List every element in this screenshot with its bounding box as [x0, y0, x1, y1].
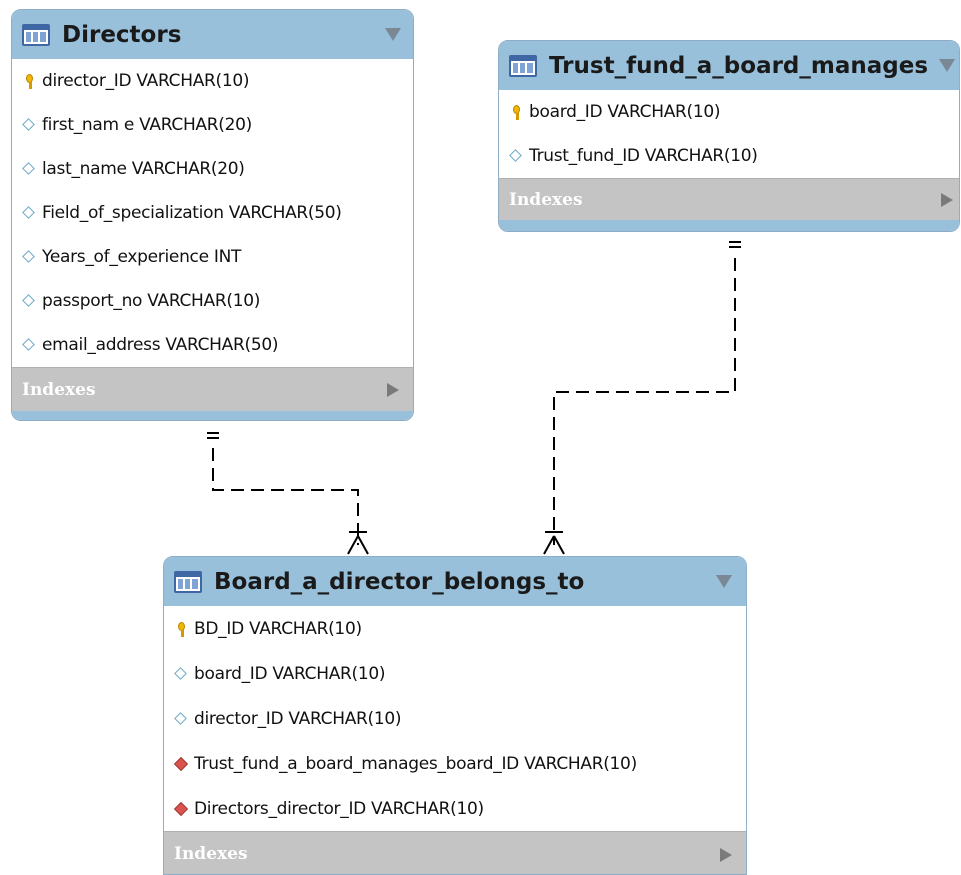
column-label: passport_no VARCHAR(10) — [42, 291, 261, 311]
table-header[interactable]: Board_a_director_belongs_to — [164, 557, 746, 606]
table-icon — [22, 23, 50, 46]
table-directors[interactable]: Directors director_ID VARCHAR(10) first_… — [11, 9, 414, 421]
primary-key-icon — [22, 74, 36, 89]
column-diamond-icon — [174, 667, 188, 681]
crowfoot-left — [347, 535, 359, 555]
table-header[interactable]: Trust_fund_a_board_manages — [499, 41, 959, 90]
column-list: director_ID VARCHAR(10) first_nam e VARC… — [12, 59, 413, 367]
column-label: Trust_fund_a_board_manages_board_ID VARC… — [194, 753, 637, 774]
column-label: director_ID VARCHAR(10) — [194, 708, 402, 729]
column-row[interactable]: board_ID VARCHAR(10) — [499, 90, 959, 134]
relationship-line-directors-board — [212, 448, 359, 545]
column-row[interactable]: email_address VARCHAR(50) — [12, 323, 413, 367]
column-label: first_nam e VARCHAR(20) — [42, 115, 252, 135]
column-row[interactable]: Field_of_specialization VARCHAR(50) — [12, 191, 413, 235]
column-row[interactable]: last_name VARCHAR(20) — [12, 147, 413, 191]
relationship-line-trustfund-board — [553, 258, 736, 545]
column-diamond-icon — [509, 149, 523, 163]
table-icon — [174, 570, 202, 593]
expand-arrow-icon[interactable] — [941, 193, 953, 207]
column-label: email_address VARCHAR(50) — [42, 335, 279, 355]
crowfoot-right — [357, 535, 369, 555]
column-diamond-icon — [22, 206, 36, 220]
column-diamond-icon — [22, 250, 36, 264]
table-icon — [509, 54, 537, 77]
indexes-section[interactable]: Indexes — [12, 367, 413, 411]
table-title: Board_a_director_belongs_to — [214, 568, 585, 595]
table-trust-fund[interactable]: Trust_fund_a_board_manages board_ID VARC… — [498, 40, 960, 232]
indexes-label: Indexes — [174, 844, 248, 864]
expand-arrow-icon[interactable] — [720, 848, 732, 862]
column-diamond-icon — [22, 162, 36, 176]
table-footer — [499, 220, 959, 231]
column-row[interactable]: Trust_fund_a_board_manages_board_ID VARC… — [164, 741, 746, 786]
indexes-section[interactable]: Indexes — [499, 178, 959, 220]
column-row[interactable]: Directors_director_ID VARCHAR(10) — [164, 786, 746, 831]
table-title: Directors — [62, 21, 182, 48]
table-board[interactable]: Board_a_director_belongs_to BD_ID VARCHA… — [163, 556, 747, 875]
column-row[interactable]: Years_of_experience INT — [12, 235, 413, 279]
column-label: board_ID VARCHAR(10) — [194, 663, 386, 684]
column-label: Years_of_experience INT — [42, 247, 242, 267]
column-label: director_ID VARCHAR(10) — [42, 71, 250, 91]
column-label: Trust_fund_ID VARCHAR(10) — [529, 146, 758, 166]
primary-key-icon — [509, 105, 523, 120]
foreign-key-icon — [174, 757, 188, 771]
foreign-key-icon — [174, 802, 188, 816]
table-title: Trust_fund_a_board_manages — [549, 52, 929, 79]
collapse-arrow-icon[interactable] — [939, 59, 955, 72]
indexes-label: Indexes — [22, 379, 96, 400]
expand-arrow-icon[interactable] — [387, 383, 399, 397]
er-diagram-canvas: Directors director_ID VARCHAR(10) first_… — [0, 0, 961, 875]
relationship-directors-board[interactable] — [207, 432, 369, 555]
column-label: Directors_director_ID VARCHAR(10) — [194, 798, 484, 819]
table-header[interactable]: Directors — [12, 10, 413, 59]
column-list: BD_ID VARCHAR(10) board_ID VARCHAR(10) d… — [164, 606, 746, 831]
column-diamond-icon — [174, 712, 188, 726]
collapse-arrow-icon[interactable] — [716, 575, 732, 588]
crowfoot-right — [553, 535, 565, 555]
primary-key-icon — [174, 621, 188, 637]
indexes-label: Indexes — [509, 189, 583, 210]
column-row[interactable]: first_nam e VARCHAR(20) — [12, 103, 413, 147]
column-row[interactable]: BD_ID VARCHAR(10) — [164, 606, 746, 651]
column-row[interactable]: director_ID VARCHAR(10) — [12, 59, 413, 103]
column-label: board_ID VARCHAR(10) — [529, 102, 721, 122]
relationship-trustfund-board[interactable] — [543, 241, 741, 555]
collapse-arrow-icon[interactable] — [385, 28, 401, 41]
column-row[interactable]: board_ID VARCHAR(10) — [164, 651, 746, 696]
indexes-section[interactable]: Indexes — [164, 831, 746, 874]
column-list: board_ID VARCHAR(10) Trust_fund_ID VARCH… — [499, 90, 959, 178]
column-diamond-icon — [22, 118, 36, 132]
column-row[interactable]: Trust_fund_ID VARCHAR(10) — [499, 134, 959, 178]
column-diamond-icon — [22, 294, 36, 308]
column-label: last_name VARCHAR(20) — [42, 159, 245, 179]
crowfoot-left — [543, 535, 555, 555]
table-footer — [12, 411, 413, 420]
column-row[interactable]: passport_no VARCHAR(10) — [12, 279, 413, 323]
column-label: Field_of_specialization VARCHAR(50) — [42, 203, 342, 223]
column-label: BD_ID VARCHAR(10) — [194, 618, 362, 639]
column-diamond-icon — [22, 338, 36, 352]
column-row[interactable]: director_ID VARCHAR(10) — [164, 696, 746, 741]
